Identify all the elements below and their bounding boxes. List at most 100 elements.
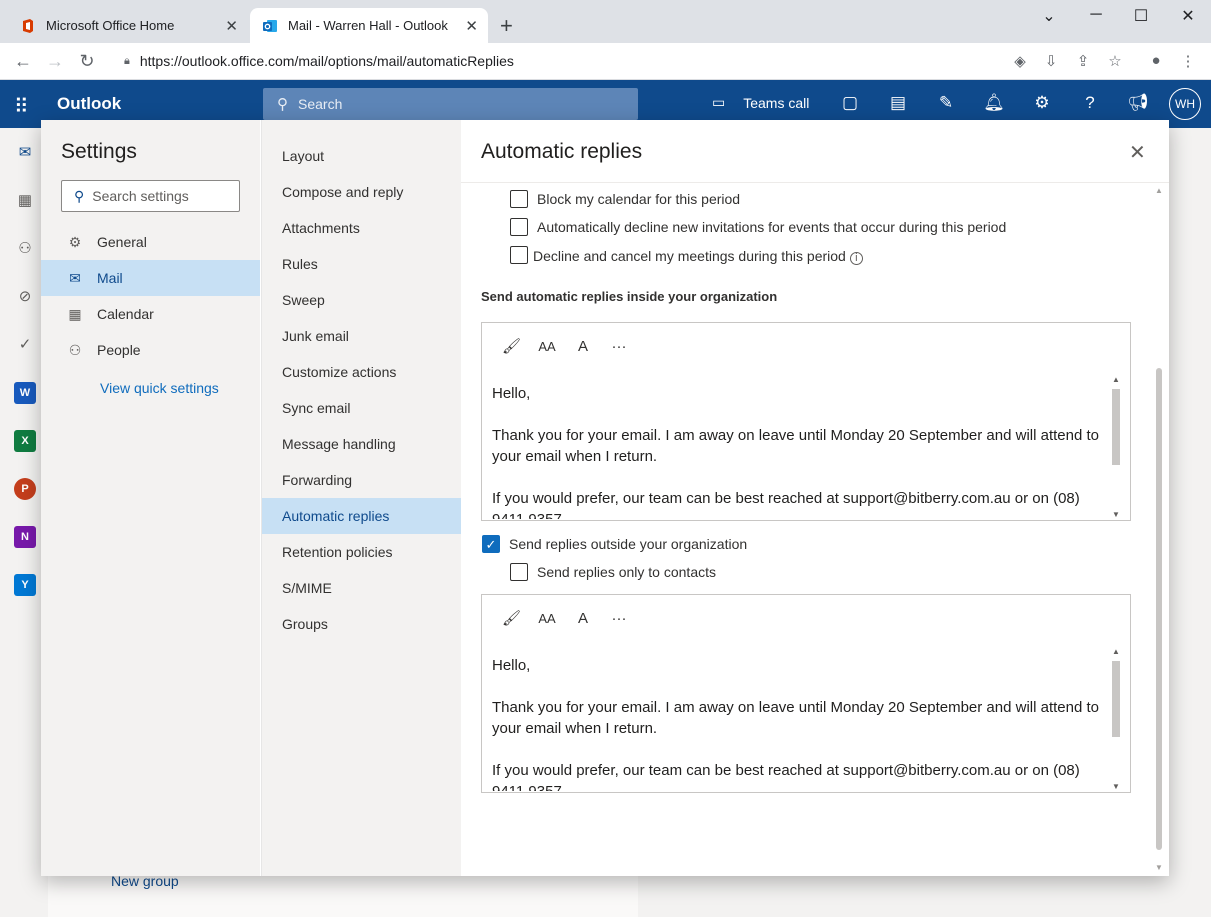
office-apps-icon[interactable]: ▤ bbox=[887, 93, 909, 113]
subnav-compose-and-reply[interactable]: Compose and reply bbox=[262, 174, 461, 210]
category-calendar[interactable]: ▦ Calendar bbox=[41, 296, 260, 332]
scroll-down-icon[interactable]: ▼ bbox=[1110, 510, 1122, 519]
app-launcher-icon[interactable]: ⠿ bbox=[14, 94, 29, 119]
my-day-icon[interactable]: ✎ bbox=[935, 93, 957, 113]
outside-reply-editor[interactable]: 🖌︎ AA A ··· Hello, Thank you for your em… bbox=[481, 594, 1131, 793]
text-grow-icon[interactable]: A bbox=[574, 338, 592, 355]
scroll-down-icon[interactable]: ▼ bbox=[1153, 863, 1165, 872]
category-label: People bbox=[97, 342, 141, 358]
subnav-layout[interactable]: Layout bbox=[262, 138, 461, 174]
settings-category-nav: Settings ⚲ Search settings ⚙ General ✉ M… bbox=[41, 120, 260, 876]
message-paragraph: If you would prefer, our team can be bes… bbox=[492, 490, 1080, 519]
subnav-rules[interactable]: Rules bbox=[262, 246, 461, 282]
scroll-up-icon[interactable]: ▲ bbox=[1110, 375, 1122, 384]
excel-icon[interactable]: X bbox=[14, 430, 36, 452]
teams-call-button[interactable]: ▭ Teams call bbox=[712, 94, 809, 111]
contacts-only-label: Send replies only to contacts bbox=[537, 564, 716, 580]
format-painter-icon[interactable]: 🖌︎ bbox=[502, 337, 521, 355]
settings-search-placeholder: Search settings bbox=[92, 188, 189, 204]
category-label: General bbox=[97, 234, 147, 250]
block-calendar-checkbox[interactable] bbox=[510, 190, 528, 208]
attachment-icon[interactable]: ⊘ bbox=[14, 286, 36, 308]
scroll-thumb[interactable] bbox=[1156, 368, 1162, 850]
people-icon[interactable]: ⚇ bbox=[14, 238, 36, 260]
bell-icon[interactable]: 🔔︎ bbox=[983, 93, 1005, 113]
bookmark-star-icon[interactable]: ☆ bbox=[1105, 52, 1125, 70]
more-options-icon[interactable]: ··· bbox=[610, 610, 628, 627]
chat-icon[interactable]: ▢ bbox=[839, 93, 861, 113]
maximize-icon[interactable]: ☐ bbox=[1131, 6, 1151, 26]
scroll-thumb[interactable] bbox=[1112, 661, 1120, 737]
browser-tab-strip: Microsoft Office Home ✕ Mail - Warren Ha… bbox=[0, 0, 1211, 43]
url-field[interactable]: 🔒︎ https://outlook.office.com/mail/optio… bbox=[124, 50, 1004, 72]
browser-tab-office-home[interactable]: Microsoft Office Home ✕ bbox=[8, 8, 248, 43]
extension-icon[interactable]: ◈ bbox=[1010, 52, 1030, 70]
inside-reply-body[interactable]: Hello, Thank you for your email. I am aw… bbox=[492, 383, 1102, 519]
subnav-message-handling[interactable]: Message handling bbox=[262, 426, 461, 462]
tab-search-icon[interactable]: ⌄ bbox=[1039, 6, 1059, 26]
reload-icon[interactable]: ↻ bbox=[77, 51, 97, 72]
feedback-icon[interactable]: 📢︎ bbox=[1127, 93, 1149, 113]
subnav-sync-email[interactable]: Sync email bbox=[262, 390, 461, 426]
avatar[interactable]: WH bbox=[1169, 88, 1201, 120]
scroll-down-icon[interactable]: ▼ bbox=[1110, 782, 1122, 791]
more-options-icon[interactable]: ··· bbox=[610, 338, 628, 355]
editor-scrollbar[interactable]: ▲ ▼ bbox=[1110, 375, 1122, 519]
text-grow-icon[interactable]: A bbox=[574, 610, 592, 627]
category-mail[interactable]: ✉ Mail bbox=[41, 260, 260, 296]
browser-menu-icon[interactable]: ⋮ bbox=[1178, 52, 1198, 70]
cancel-meetings-checkbox[interactable] bbox=[510, 246, 528, 264]
inside-reply-editor[interactable]: 🖌︎ AA A ··· Hello, Thank you for your em… bbox=[481, 322, 1131, 521]
subnav-sweep[interactable]: Sweep bbox=[262, 282, 461, 318]
todo-icon[interactable]: ✓ bbox=[14, 334, 36, 356]
scroll-up-icon[interactable]: ▲ bbox=[1110, 647, 1122, 656]
subnav-smime[interactable]: S/MIME bbox=[262, 570, 461, 606]
scroll-thumb[interactable] bbox=[1112, 389, 1120, 465]
subnav-groups[interactable]: Groups bbox=[262, 606, 461, 642]
close-icon[interactable]: ✕ bbox=[1129, 140, 1146, 165]
minimize-icon[interactable]: ─ bbox=[1086, 6, 1106, 24]
editor-scrollbar[interactable]: ▲ ▼ bbox=[1110, 647, 1122, 791]
app-title[interactable]: Outlook bbox=[57, 94, 121, 114]
subnav-automatic-replies[interactable]: Automatic replies bbox=[262, 498, 461, 534]
category-people[interactable]: ⚇ People bbox=[41, 332, 260, 368]
font-size-icon[interactable]: AA bbox=[538, 611, 556, 626]
contacts-only-checkbox[interactable] bbox=[510, 563, 528, 581]
category-general[interactable]: ⚙ General bbox=[41, 224, 260, 260]
panel-scrollbar[interactable]: ▲ ▼ bbox=[1153, 186, 1165, 872]
share-icon[interactable]: ⇪ bbox=[1073, 52, 1093, 70]
browser-tab-outlook[interactable]: Mail - Warren Hall - Outlook ✕ bbox=[250, 8, 488, 43]
tab-close-icon[interactable]: ✕ bbox=[225, 17, 238, 35]
mail-search-input[interactable]: ⚲ Search bbox=[263, 88, 638, 120]
view-quick-settings-link[interactable]: View quick settings bbox=[100, 380, 219, 396]
help-icon[interactable]: ? bbox=[1079, 93, 1101, 113]
powerpoint-icon[interactable]: P bbox=[14, 478, 36, 500]
subnav-customize-actions[interactable]: Customize actions bbox=[262, 354, 461, 390]
info-icon[interactable]: i bbox=[849, 252, 863, 265]
back-icon[interactable]: ← bbox=[13, 51, 33, 72]
onenote-icon[interactable]: N bbox=[14, 526, 36, 548]
subnav-attachments[interactable]: Attachments bbox=[262, 210, 461, 246]
tab-close-icon[interactable]: ✕ bbox=[465, 17, 478, 35]
new-tab-button[interactable]: + bbox=[500, 13, 513, 39]
calendar-icon[interactable]: ▦ bbox=[14, 190, 36, 212]
font-size-icon[interactable]: AA bbox=[538, 339, 556, 354]
decline-invitations-checkbox[interactable] bbox=[510, 218, 528, 236]
install-app-icon[interactable]: ⇩ bbox=[1041, 52, 1061, 70]
gear-icon[interactable]: ⚙ bbox=[1031, 93, 1053, 113]
yammer-icon[interactable]: Y bbox=[14, 574, 36, 596]
subnav-retention-policies[interactable]: Retention policies bbox=[262, 534, 461, 570]
forward-icon[interactable]: → bbox=[45, 51, 65, 72]
subnav-forwarding[interactable]: Forwarding bbox=[262, 462, 461, 498]
message-paragraph: Hello, bbox=[492, 385, 531, 402]
format-painter-icon[interactable]: 🖌︎ bbox=[502, 609, 521, 627]
mail-icon[interactable]: ✉ bbox=[14, 142, 36, 164]
settings-search-input[interactable]: ⚲ Search settings bbox=[61, 180, 240, 212]
word-icon[interactable]: W bbox=[14, 382, 36, 404]
profile-icon[interactable]: ● bbox=[1146, 52, 1166, 69]
outside-reply-body[interactable]: Hello, Thank you for your email. I am aw… bbox=[492, 655, 1102, 791]
window-close-icon[interactable]: ✕ bbox=[1178, 6, 1198, 26]
send-outside-checkbox[interactable]: ✓ bbox=[482, 535, 500, 553]
scroll-up-icon[interactable]: ▲ bbox=[1153, 186, 1165, 195]
subnav-junk-email[interactable]: Junk email bbox=[262, 318, 461, 354]
